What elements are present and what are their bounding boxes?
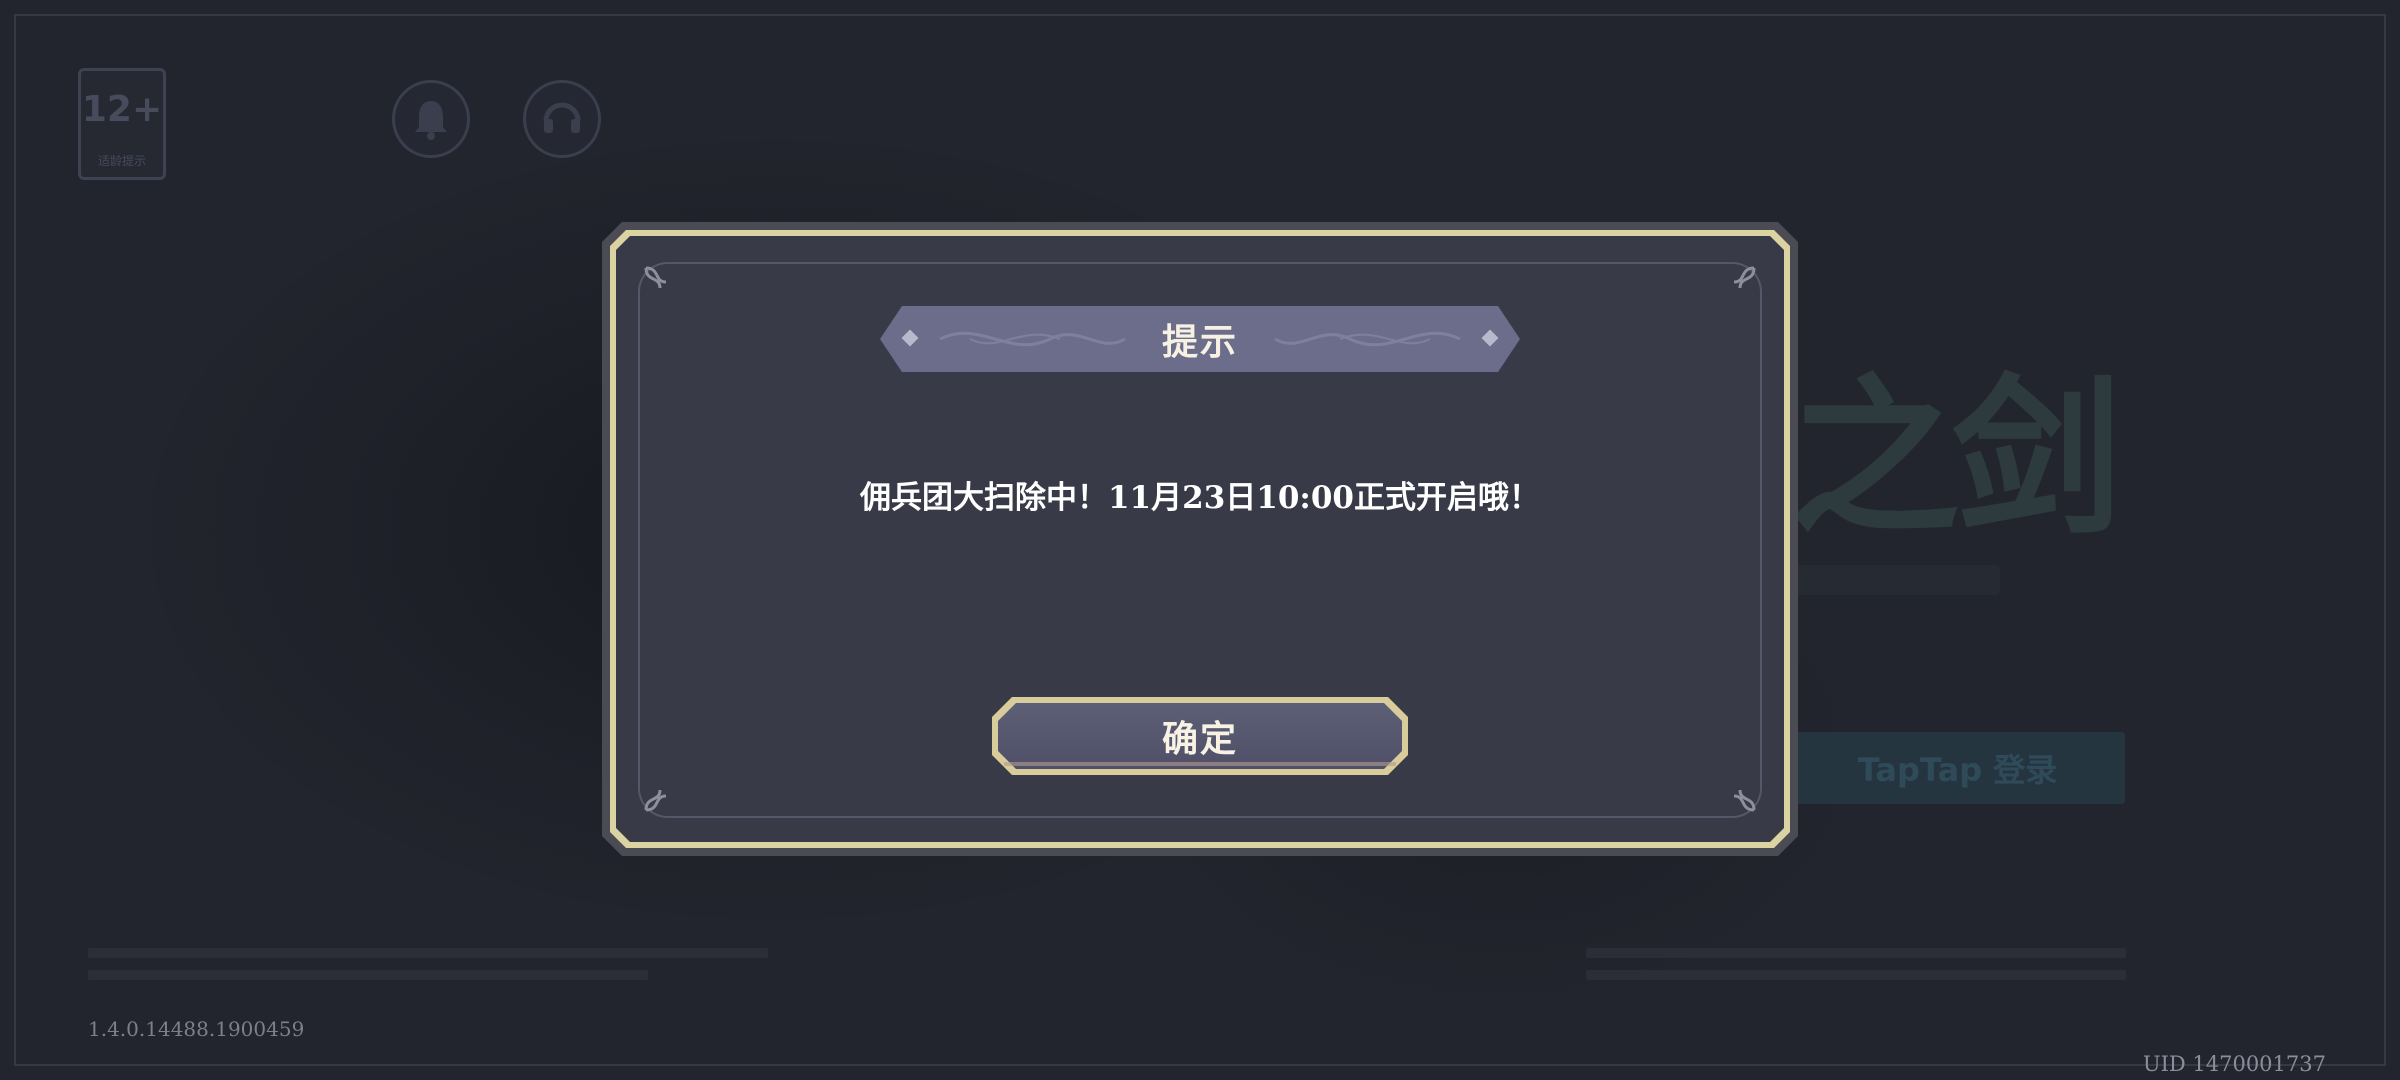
dialog-title: 提示 bbox=[1161, 321, 1238, 363]
corner-ornament-icon bbox=[1733, 789, 1756, 812]
corner-ornament-icon bbox=[644, 789, 667, 812]
logo-subtitle-band bbox=[1780, 565, 2000, 595]
customer-service-button[interactable] bbox=[523, 80, 601, 158]
corner-ornament-icon bbox=[1733, 266, 1756, 289]
age-rating-badge: 12+ 适龄提示 bbox=[78, 68, 166, 180]
confirm-button[interactable]: 确定 bbox=[998, 703, 1402, 769]
headset-icon bbox=[543, 102, 581, 133]
taptap-login-button[interactable]: TapTap 登录 bbox=[1790, 732, 2125, 804]
notice-button[interactable] bbox=[392, 80, 470, 158]
game-logo: 之剑 bbox=[1790, 358, 2122, 558]
legal-text-right bbox=[1586, 948, 2126, 1006]
confirm-button-underline bbox=[1004, 762, 1396, 766]
legal-text-left bbox=[88, 948, 788, 1006]
bell-icon bbox=[415, 101, 447, 140]
age-rating-caption: 适龄提示 bbox=[97, 154, 146, 168]
user-id: UID 1470001737 bbox=[2142, 1052, 2326, 1076]
version-number: 1.4.0.14488.1900459 bbox=[88, 1017, 305, 1041]
corner-ornament-icon bbox=[644, 266, 667, 289]
age-rating-number: 12+ bbox=[81, 89, 163, 130]
dialog-message: 佣兵团大扫除中！11月23日10:00正式开启哦！ bbox=[859, 480, 1540, 516]
